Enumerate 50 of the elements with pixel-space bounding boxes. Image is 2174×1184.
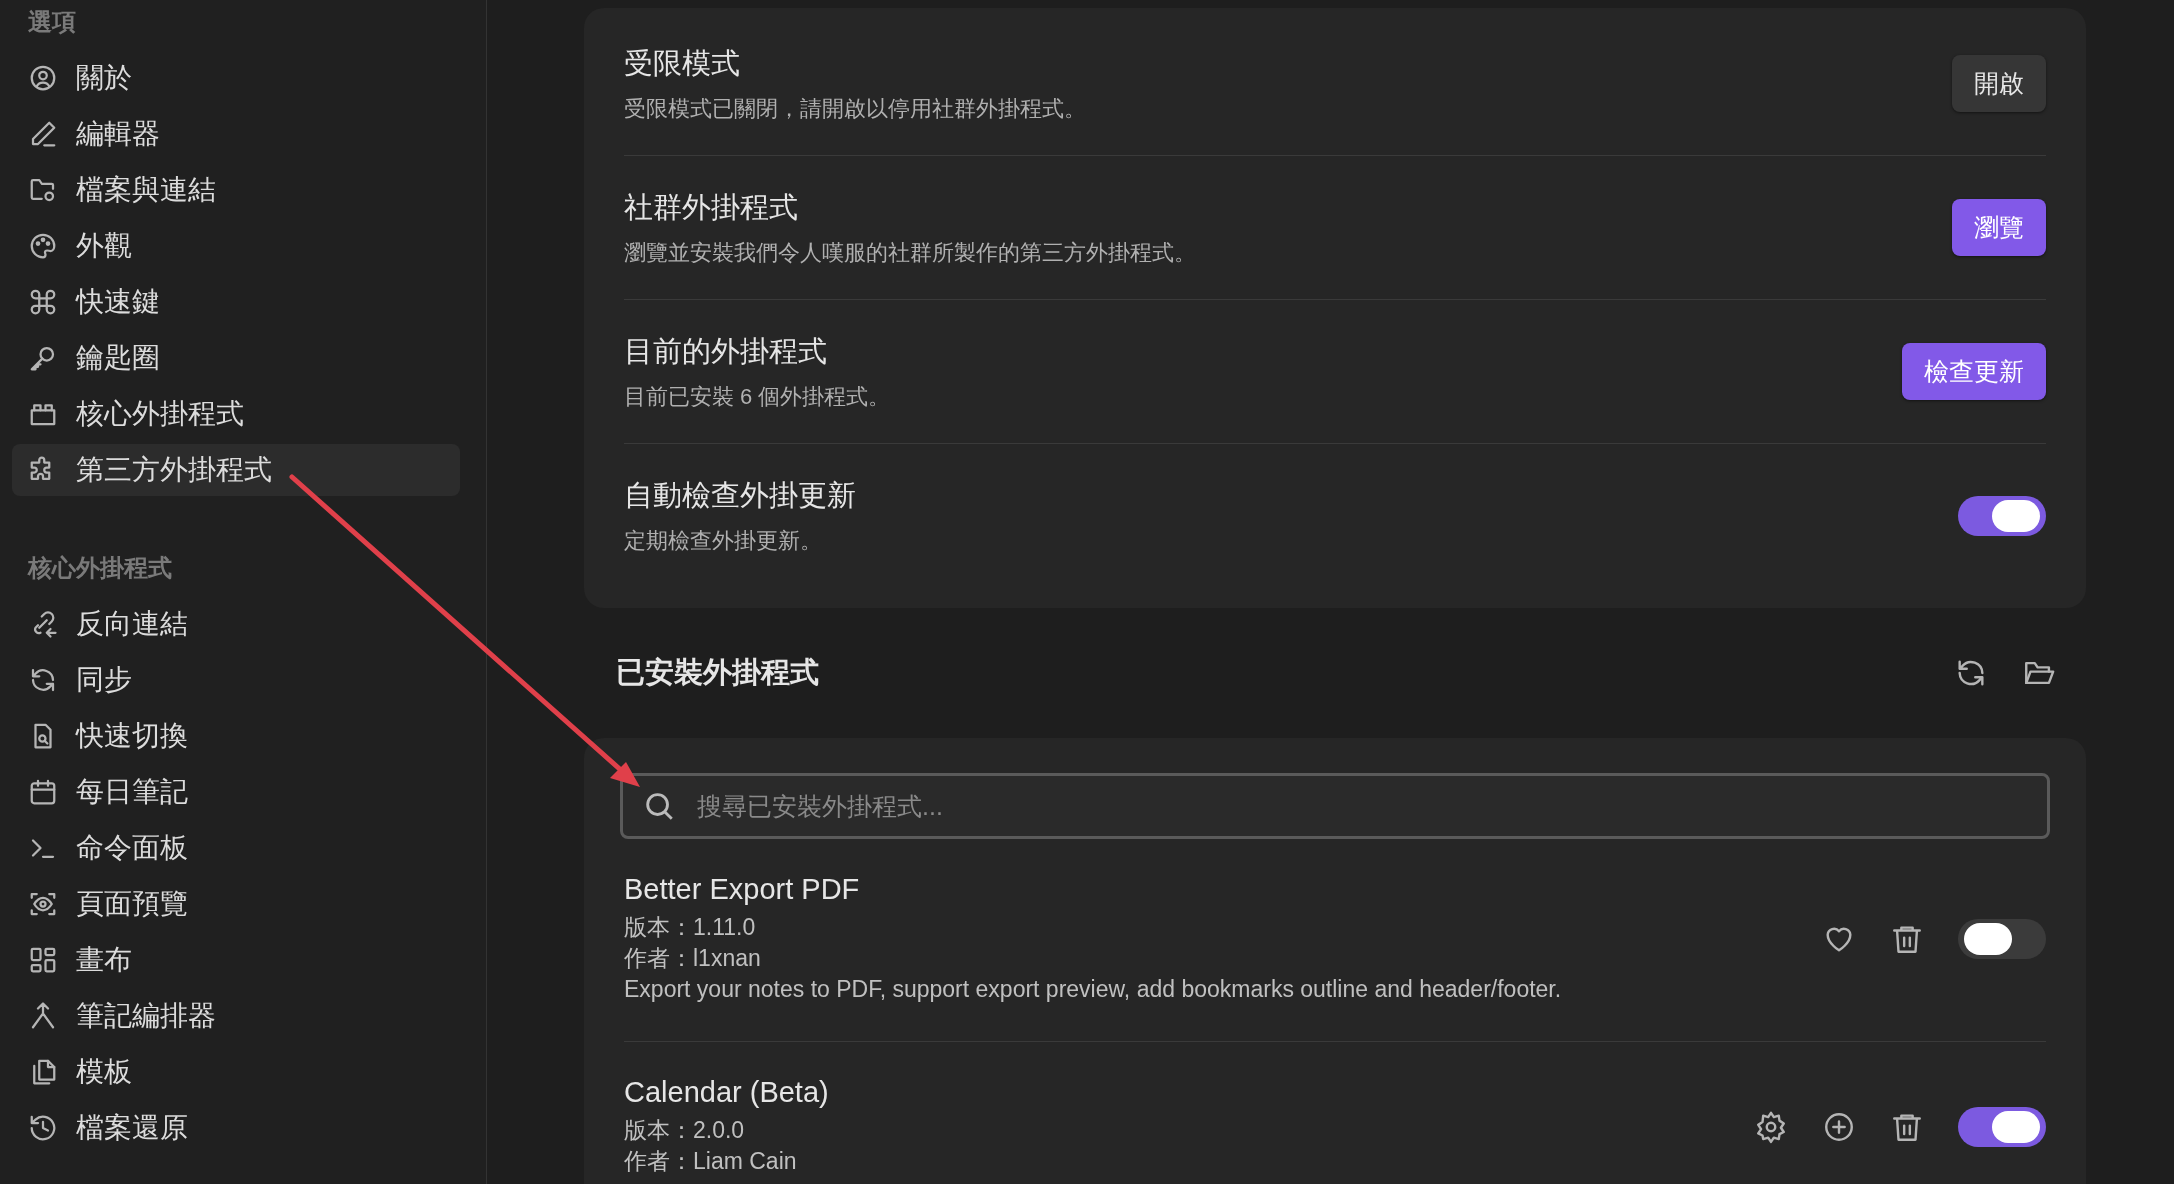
setting-title: 受限模式 (624, 45, 741, 81)
sidebar-item[interactable]: 檔案還原 (12, 1102, 460, 1154)
sidebar-item[interactable]: 快速切換 (12, 710, 460, 762)
plugin-name: Calendar (Beta) (624, 1076, 829, 1109)
plugin-version: 版本：1.11.0 (624, 913, 757, 942)
setting-description: 瀏覽並安裝我們令人嘆服的社群所製作的第三方外掛程式。 (624, 238, 1196, 267)
settings-icon[interactable] (1754, 1109, 1788, 1144)
setting-description: 定期檢查外掛更新。 (624, 527, 823, 555)
sidebar-item[interactable]: 核心外掛程式 (12, 388, 460, 440)
plugin-author: 作者：l1xnan (624, 944, 762, 973)
sidebar-item[interactable]: 命令面板 (12, 822, 460, 874)
sidebar-item[interactable]: 模板 (12, 1046, 460, 1098)
grid-icon (28, 945, 58, 975)
sidebar-item[interactable]: 快速鍵 (12, 276, 460, 328)
plugin-name: Better Export PDF (624, 873, 861, 906)
toggle-switch[interactable] (1958, 1106, 2046, 1147)
action-button[interactable]: 檢查更新 (1902, 343, 2046, 400)
command-key-icon (28, 287, 58, 317)
sidebar-item[interactable]: 畫布 (12, 934, 460, 986)
sidebar-item[interactable]: 檔案與連結 (12, 164, 460, 216)
sidebar-item[interactable]: 第三方外掛程式 (12, 444, 460, 496)
sidebar-item[interactable]: 外觀 (12, 220, 460, 272)
sidebar-item[interactable]: 編輯器 (12, 108, 460, 160)
sidebar-item[interactable]: 同步 (12, 654, 460, 706)
plugin-author: 作者：Liam Cain (624, 1147, 798, 1176)
calendar-icon (28, 777, 58, 807)
section-title: 已安裝外掛程式 (616, 655, 819, 690)
user-icon (28, 63, 58, 93)
setting-title: 社群外掛程式 (624, 189, 799, 225)
section-heading: 選項 (27, 7, 77, 37)
toggle-switch[interactable] (1958, 496, 2046, 536)
sidebar-item[interactable]: 反向連結 (12, 598, 460, 650)
action-button[interactable]: 瀏覽 (1952, 199, 2046, 256)
action-button[interactable]: 開啟 (1952, 55, 2046, 112)
sidebar-item[interactable]: 關於 (12, 52, 460, 104)
sidebar-item[interactable]: 每日筆記 (12, 766, 460, 818)
search-field[interactable]: 搜尋已安裝外掛程式... (620, 773, 2050, 839)
plugin-version: 版本：2.0.0 (624, 1116, 746, 1145)
plugin-description: Export your notes to PDF, support export preview, add bookmarks outline and header/footer. (624, 975, 1562, 1004)
palette-icon (28, 231, 58, 261)
setting-description: 受限模式已關閉，請開啟以停用社群外掛程式。 (624, 94, 1086, 123)
setting-title: 目前的外掛程式 (624, 333, 828, 369)
setting-title: 自動檢查外掛更新 (624, 478, 856, 513)
sidebar-item[interactable]: 頁面預覽 (12, 878, 460, 930)
sidebar-item[interactable]: 鑰匙圈 (12, 332, 460, 384)
sidebar-item[interactable]: 筆記編排器 (12, 990, 460, 1042)
toggle-switch[interactable] (1958, 919, 2046, 959)
history-icon (28, 1113, 58, 1143)
setting-description: 目前已安裝 6 個外掛程式。 (624, 382, 891, 411)
section-heading: 核心外掛程式 (26, 553, 173, 583)
